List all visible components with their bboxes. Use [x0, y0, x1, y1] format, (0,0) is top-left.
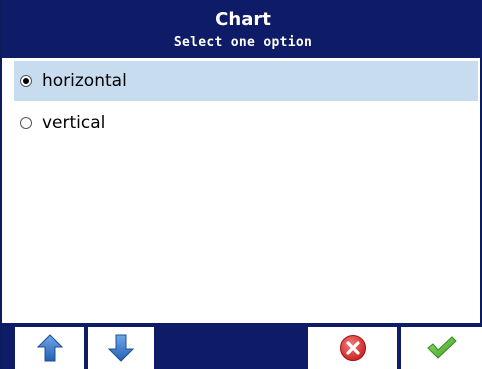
option-vertical[interactable]: vertical [14, 103, 478, 143]
title-bar: Chart Select one option [2, 0, 482, 58]
radio-unchecked-icon[interactable] [20, 117, 32, 129]
dialog-title: Chart [215, 9, 271, 30]
checkmark-icon [426, 336, 457, 359]
move-up-button[interactable] [15, 327, 84, 369]
radio-checked-icon[interactable] [20, 75, 32, 87]
arrow-down-icon [108, 334, 134, 362]
cancel-icon [339, 335, 366, 361]
move-down-button[interactable] [88, 327, 154, 369]
option-label: vertical [42, 113, 106, 133]
ok-button[interactable] [401, 327, 482, 369]
option-label: horizontal [42, 71, 127, 91]
bottom-toolbar [2, 323, 482, 369]
cancel-button[interactable] [308, 327, 397, 369]
arrow-up-icon [36, 334, 63, 362]
option-horizontal[interactable]: horizontal [14, 61, 478, 101]
dialog-subtitle: Select one option [173, 35, 313, 50]
option-list: horizontal vertical [14, 61, 478, 323]
dialog-window: Chart Select one option horizontal verti… [0, 0, 482, 369]
